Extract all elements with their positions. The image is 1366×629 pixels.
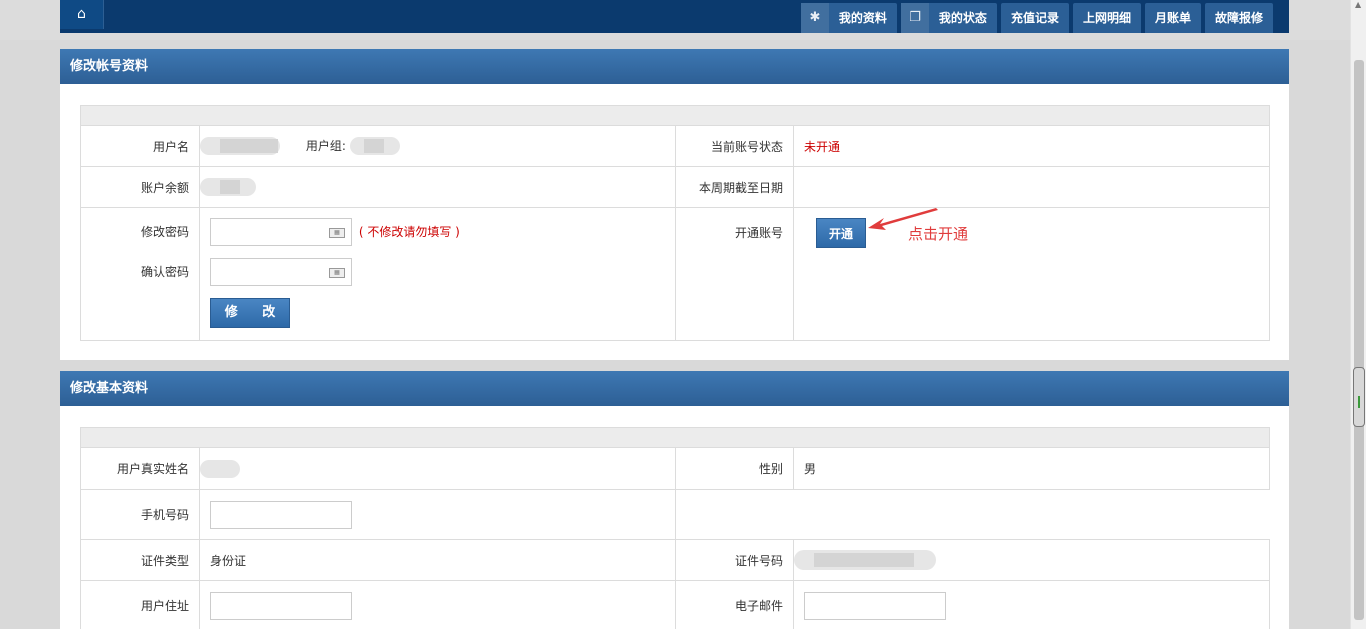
phone-label: 手机号码 [80, 489, 200, 540]
email-input[interactable] [804, 591, 946, 620]
address-label: 用户住址 [80, 580, 200, 629]
table-row: 用户名 用户组: 当前账号状态 未开通 [80, 125, 1270, 167]
nav-label: 上网明细 [1082, 11, 1131, 25]
username-cell: 用户组: [199, 125, 676, 167]
vertical-scrollbar[interactable]: ▲ [1350, 0, 1366, 629]
form-header-row [80, 105, 1270, 126]
phone-cell [199, 489, 676, 540]
nav-usage-details[interactable]: 上网明细 [1072, 3, 1141, 33]
nav-my-status[interactable]: ❐ 我的状态 [900, 3, 997, 33]
scrollbar-grip[interactable] [1353, 367, 1365, 427]
nav-recharge-records[interactable]: 充值记录 [1000, 3, 1069, 33]
windows-icon: ❐ [900, 3, 929, 33]
balance-cell [199, 166, 676, 208]
id-number-cell [793, 539, 1270, 581]
table-row: 用户住址 电子邮件 [80, 580, 1270, 629]
scrollbar-thumb[interactable] [1354, 60, 1364, 620]
realname-redacted [200, 459, 240, 478]
realname-cell [199, 447, 676, 490]
keyboard-icon[interactable]: ▦ [329, 268, 345, 278]
open-account-label: 开通账号 [675, 207, 794, 341]
table-row: 用户真实姓名 性别 男 [80, 447, 1270, 490]
id-type-label: 证件类型 [80, 539, 200, 581]
confirm-password-label: 确认密码 [140, 265, 189, 279]
id-number-redacted [794, 550, 936, 570]
password-labels-cell: 修改密码 确认密码 [80, 207, 200, 341]
top-nav: ✱ 我的资料 ❐ 我的状态 充值记录 上网明细 月账单 故障报修 [800, 3, 1273, 33]
nav-monthly-bill[interactable]: 月账单 [1144, 3, 1201, 33]
password-fields-cell: ▦ ( 不修改请勿填写 ) ▦ 修 改 [199, 207, 676, 341]
balance-redacted [200, 178, 256, 196]
gender-label: 性别 [675, 447, 794, 490]
scroll-up-icon[interactable]: ▲ [1355, 0, 1361, 9]
username-label: 用户名 [80, 125, 200, 167]
basic-info-panel: 修改基本资料 用户真实姓名 性别 男 手机号码 证件类型 身份证 证件号码 用户… [60, 371, 1289, 629]
nav-label: 故障报修 [1214, 11, 1263, 25]
confirm-password-input[interactable]: ▦ [210, 258, 352, 286]
period-end-label: 本周期截至日期 [675, 166, 794, 208]
nav-label: 我的状态 [938, 11, 987, 25]
email-cell [793, 580, 1270, 629]
id-type-value: 身份证 [199, 539, 676, 581]
balance-label: 账户余额 [80, 166, 200, 208]
open-account-button[interactable]: 开通 [816, 218, 866, 248]
table-row: 证件类型 身份证 证件号码 [80, 539, 1270, 581]
keyboard-icon[interactable]: ▦ [329, 228, 345, 238]
password-input[interactable]: ▦ [210, 218, 352, 246]
nav-label: 充值记录 [1010, 11, 1059, 25]
gear-icon: ✱ [800, 3, 829, 33]
nav-label: 月账单 [1154, 11, 1191, 25]
usergroup-label: 用户组: [305, 138, 346, 153]
nav-label: 我的资料 [838, 11, 887, 25]
home-icon[interactable]: ⌂ [60, 0, 104, 29]
table-row: 修改密码 确认密码 ▦ ( 不修改请勿填写 ) ▦ 修 改 开通账号 开通 [80, 207, 1270, 341]
period-end-value [793, 166, 1270, 208]
table-row: 账户余额 本周期截至日期 [80, 166, 1270, 208]
address-cell [199, 580, 676, 629]
usergroup-redacted [349, 137, 400, 156]
id-number-label: 证件号码 [675, 539, 794, 581]
status-label: 当前账号状态 [675, 125, 794, 167]
nav-my-profile[interactable]: ✱ 我的资料 [800, 3, 897, 33]
basic-panel-title: 修改基本资料 [60, 371, 1289, 406]
realname-label: 用户真实姓名 [80, 447, 200, 490]
status-value: 未开通 [793, 125, 1270, 167]
account-panel-title: 修改帐号资料 [60, 49, 1289, 84]
modify-button[interactable]: 修 改 [210, 298, 290, 328]
phone-input[interactable] [210, 500, 352, 529]
basic-form: 用户真实姓名 性别 男 手机号码 证件类型 身份证 证件号码 用户住址 电子邮件 [80, 427, 1270, 629]
account-form: 用户名 用户组: 当前账号状态 未开通 账户余额 本周期截至日期 修改密码 确认… [80, 105, 1270, 341]
password-hint: ( 不修改请勿填写 ) [358, 224, 460, 239]
gender-value: 男 [793, 447, 1270, 490]
nav-fault-report[interactable]: 故障报修 [1204, 3, 1273, 33]
top-bar: ⌂ ✱ 我的资料 ❐ 我的状态 充值记录 上网明细 月账单 故障报修 [0, 0, 1350, 40]
empty-cell [675, 489, 1270, 540]
form-header-row [80, 427, 1270, 448]
account-panel: 修改帐号资料 用户名 用户组: 当前账号状态 未开通 账户余额 本周期截至日期 … [60, 49, 1289, 360]
password-label: 修改密码 [140, 225, 189, 239]
username-redacted [200, 137, 280, 156]
open-account-cell: 开通 [793, 207, 1270, 341]
table-row: 手机号码 [80, 489, 1270, 540]
email-label: 电子邮件 [675, 580, 794, 629]
annotation-text: 点击开通 [908, 225, 969, 243]
address-input[interactable] [210, 591, 352, 620]
